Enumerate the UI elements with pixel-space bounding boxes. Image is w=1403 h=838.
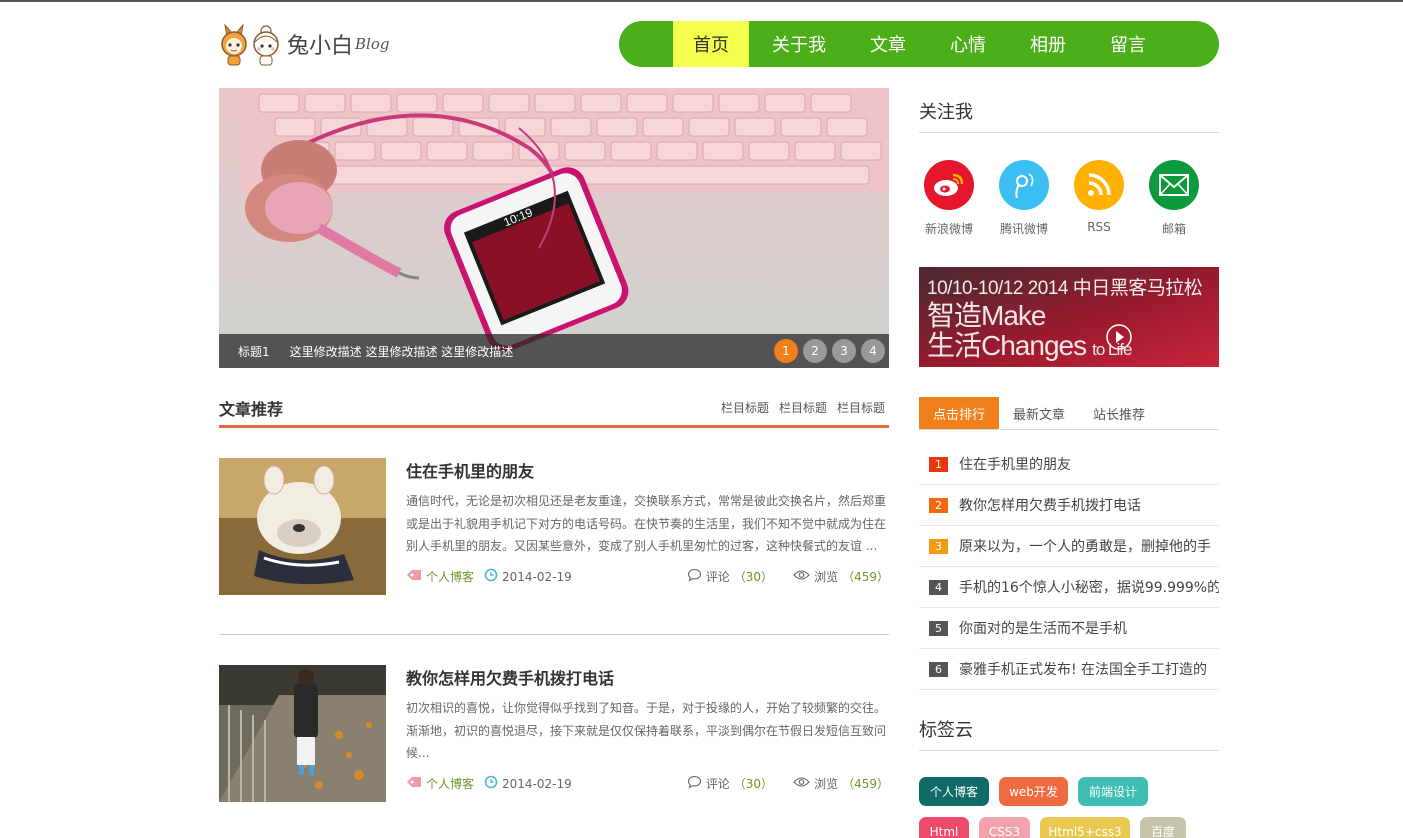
nav-item-about[interactable]: 关于我 — [749, 21, 849, 67]
article-excerpt: 通信时代，无论是初次相见还是老友重逢，交换联系方式，常常是彼此交换名片，然后郑重… — [406, 494, 887, 553]
social-weibo[interactable]: 新浪微博 — [919, 160, 979, 237]
tag-item[interactable]: 个人博客 — [919, 777, 989, 806]
top-border — [0, 0, 1403, 2]
article-category[interactable]: 个人博客 — [406, 568, 474, 585]
article-divider — [219, 634, 889, 635]
clock-icon — [484, 568, 498, 585]
list-item[interactable]: 6 豪雅手机正式发布! 在法国全手工打造的 — [919, 649, 1219, 690]
nav-item-album[interactable]: 相册 — [1009, 21, 1087, 67]
article-thumbnail[interactable] — [219, 458, 386, 595]
nav-item-home[interactable]: 首页 — [673, 21, 749, 67]
comment-icon — [687, 568, 702, 585]
slider-caption-bar: 标题1 这里修改描述 这里修改描述 这里修改描述 1 2 3 4 — [219, 334, 889, 368]
hackathon-ad-banner[interactable]: 10/10-10/12 2014 中日黑客马拉松 智造Make 生活Change… — [919, 267, 1219, 367]
section-link-2[interactable]: 栏目标题 — [779, 399, 827, 416]
rss-icon — [1074, 160, 1124, 210]
ranking-tabs: 点击排行 最新文章 站长推荐 — [919, 397, 1219, 430]
tag-icon — [406, 569, 422, 584]
tag-item[interactable]: Html — [919, 817, 969, 838]
nav-item-message[interactable]: 留言 — [1087, 21, 1169, 67]
article-comments[interactable]: 评论 （30） — [687, 775, 773, 792]
slider-dot-2[interactable]: 2 — [803, 339, 827, 363]
comment-icon — [687, 775, 702, 792]
list-item[interactable]: 4 手机的16个惊人小秘密，据说99.999%的 — [919, 567, 1219, 608]
slider-pagination: 1 2 3 4 — [774, 339, 885, 363]
social-links: 新浪微博 腾讯微博 RSS 邮箱 — [919, 160, 1219, 240]
follow-title: 关注我 — [919, 98, 1219, 133]
nav-item-articles[interactable]: 文章 — [849, 21, 927, 67]
banner-slider[interactable]: 10:19 标题1 这里修改描述 这里修改描述 这里修改描述 1 2 3 4 — [219, 88, 889, 368]
article-excerpt: 初次相识的喜悦，让你觉得似乎找到了知音。于是，对于投缘的人，开始了较频繁的交往。… — [406, 701, 887, 760]
list-item[interactable]: 1 住在手机里的朋友 — [919, 444, 1219, 485]
section-title: 文章推荐 — [219, 400, 284, 419]
list-item[interactable]: 5 你面对的是生活而不是手机 — [919, 608, 1219, 649]
logo-blog-text: Blog — [355, 35, 390, 53]
social-rss[interactable]: RSS — [1069, 160, 1129, 234]
main-nav: 首页 关于我 文章 心情 相册 留言 — [619, 21, 1219, 67]
article-card: 教你怎样用欠费手机拨打电话 初次相识的喜悦，让你觉得似乎找到了知音。于是，对于投… — [219, 665, 889, 802]
recommended-section-header: 文章推荐 栏目标题 栏目标题 栏目标题 — [219, 392, 889, 428]
article-title[interactable]: 住在手机里的朋友 — [406, 458, 534, 482]
article-meta: 个人博客 2014-02-19 评论 （30） 浏览 （459） — [406, 568, 889, 586]
tag-item[interactable]: Html5+css3 — [1040, 817, 1130, 838]
logo-text: 兔小白 — [287, 34, 354, 59]
site-logo[interactable]: 兔小白 Blog — [219, 22, 389, 66]
eye-icon — [793, 569, 810, 584]
section-links: 栏目标题 栏目标题 栏目标题 — [721, 399, 885, 416]
slider-image: 10:19 — [219, 88, 889, 368]
girl-mascot-icon — [251, 24, 281, 66]
article-comments[interactable]: 评论 （30） — [687, 568, 773, 585]
article-date: 2014-02-19 — [484, 568, 572, 585]
eye-icon — [793, 776, 810, 791]
slider-dot-4[interactable]: 4 — [861, 339, 885, 363]
slider-title: 标题1 — [238, 344, 270, 359]
list-item[interactable]: 2 教你怎样用欠费手机拨打电话 — [919, 485, 1219, 526]
clock-icon — [484, 775, 498, 792]
social-tencent-weibo[interactable]: 腾讯微博 — [994, 160, 1054, 237]
section-link-3[interactable]: 栏目标题 — [837, 399, 885, 416]
article-views: 浏览 （459） — [793, 775, 889, 792]
tag-item[interactable]: 百度 — [1140, 817, 1186, 838]
article-meta: 个人博客 2014-02-19 评论 （30） 浏览 （459） — [406, 775, 889, 793]
ranking-list: 1 住在手机里的朋友 2 教你怎样用欠费手机拨打电话 3 原来以为，一个人的勇敢… — [919, 444, 1219, 690]
bunny-mascot-icon — [219, 23, 249, 66]
social-mail[interactable]: 邮箱 — [1144, 160, 1204, 237]
list-item[interactable]: 3 原来以为，一个人的勇敢是，删掉他的手 — [919, 526, 1219, 567]
tag-icon — [406, 776, 422, 791]
tag-item[interactable]: CSS3 — [979, 817, 1030, 838]
nav-item-mood[interactable]: 心情 — [927, 21, 1009, 67]
ad-slogan: 智造Make 生活Changes to Life — [927, 300, 1132, 361]
tab-latest[interactable]: 最新文章 — [999, 397, 1079, 429]
tag-item[interactable]: web开发 — [999, 777, 1068, 806]
article-views: 浏览 （459） — [793, 568, 889, 585]
article-title[interactable]: 教你怎样用欠费手机拨打电话 — [406, 665, 614, 689]
tagcloud-title: 标签云 — [919, 716, 1219, 751]
article-card: 住在手机里的朋友 通信时代，无论是初次相见还是老友重逢，交换联系方式，常常是彼此… — [219, 458, 889, 595]
article-date: 2014-02-19 — [484, 775, 572, 792]
slider-description: 这里修改描述 这里修改描述 这里修改描述 — [289, 344, 514, 359]
slider-dot-3[interactable]: 3 — [832, 339, 856, 363]
tab-hot[interactable]: 点击排行 — [919, 397, 1000, 429]
article-thumbnail[interactable] — [219, 665, 386, 802]
ad-date-text: 10/10-10/12 2014 中日黑客马拉松 — [927, 278, 1203, 299]
article-category[interactable]: 个人博客 — [406, 775, 474, 792]
tag-item[interactable]: 前端设计 — [1078, 777, 1148, 806]
tab-recommended[interactable]: 站长推荐 — [1079, 397, 1159, 429]
tencent-weibo-icon — [999, 160, 1049, 210]
slider-dot-1[interactable]: 1 — [774, 339, 798, 363]
section-link-1[interactable]: 栏目标题 — [721, 399, 769, 416]
weibo-icon — [924, 160, 974, 210]
mail-icon — [1149, 160, 1199, 210]
